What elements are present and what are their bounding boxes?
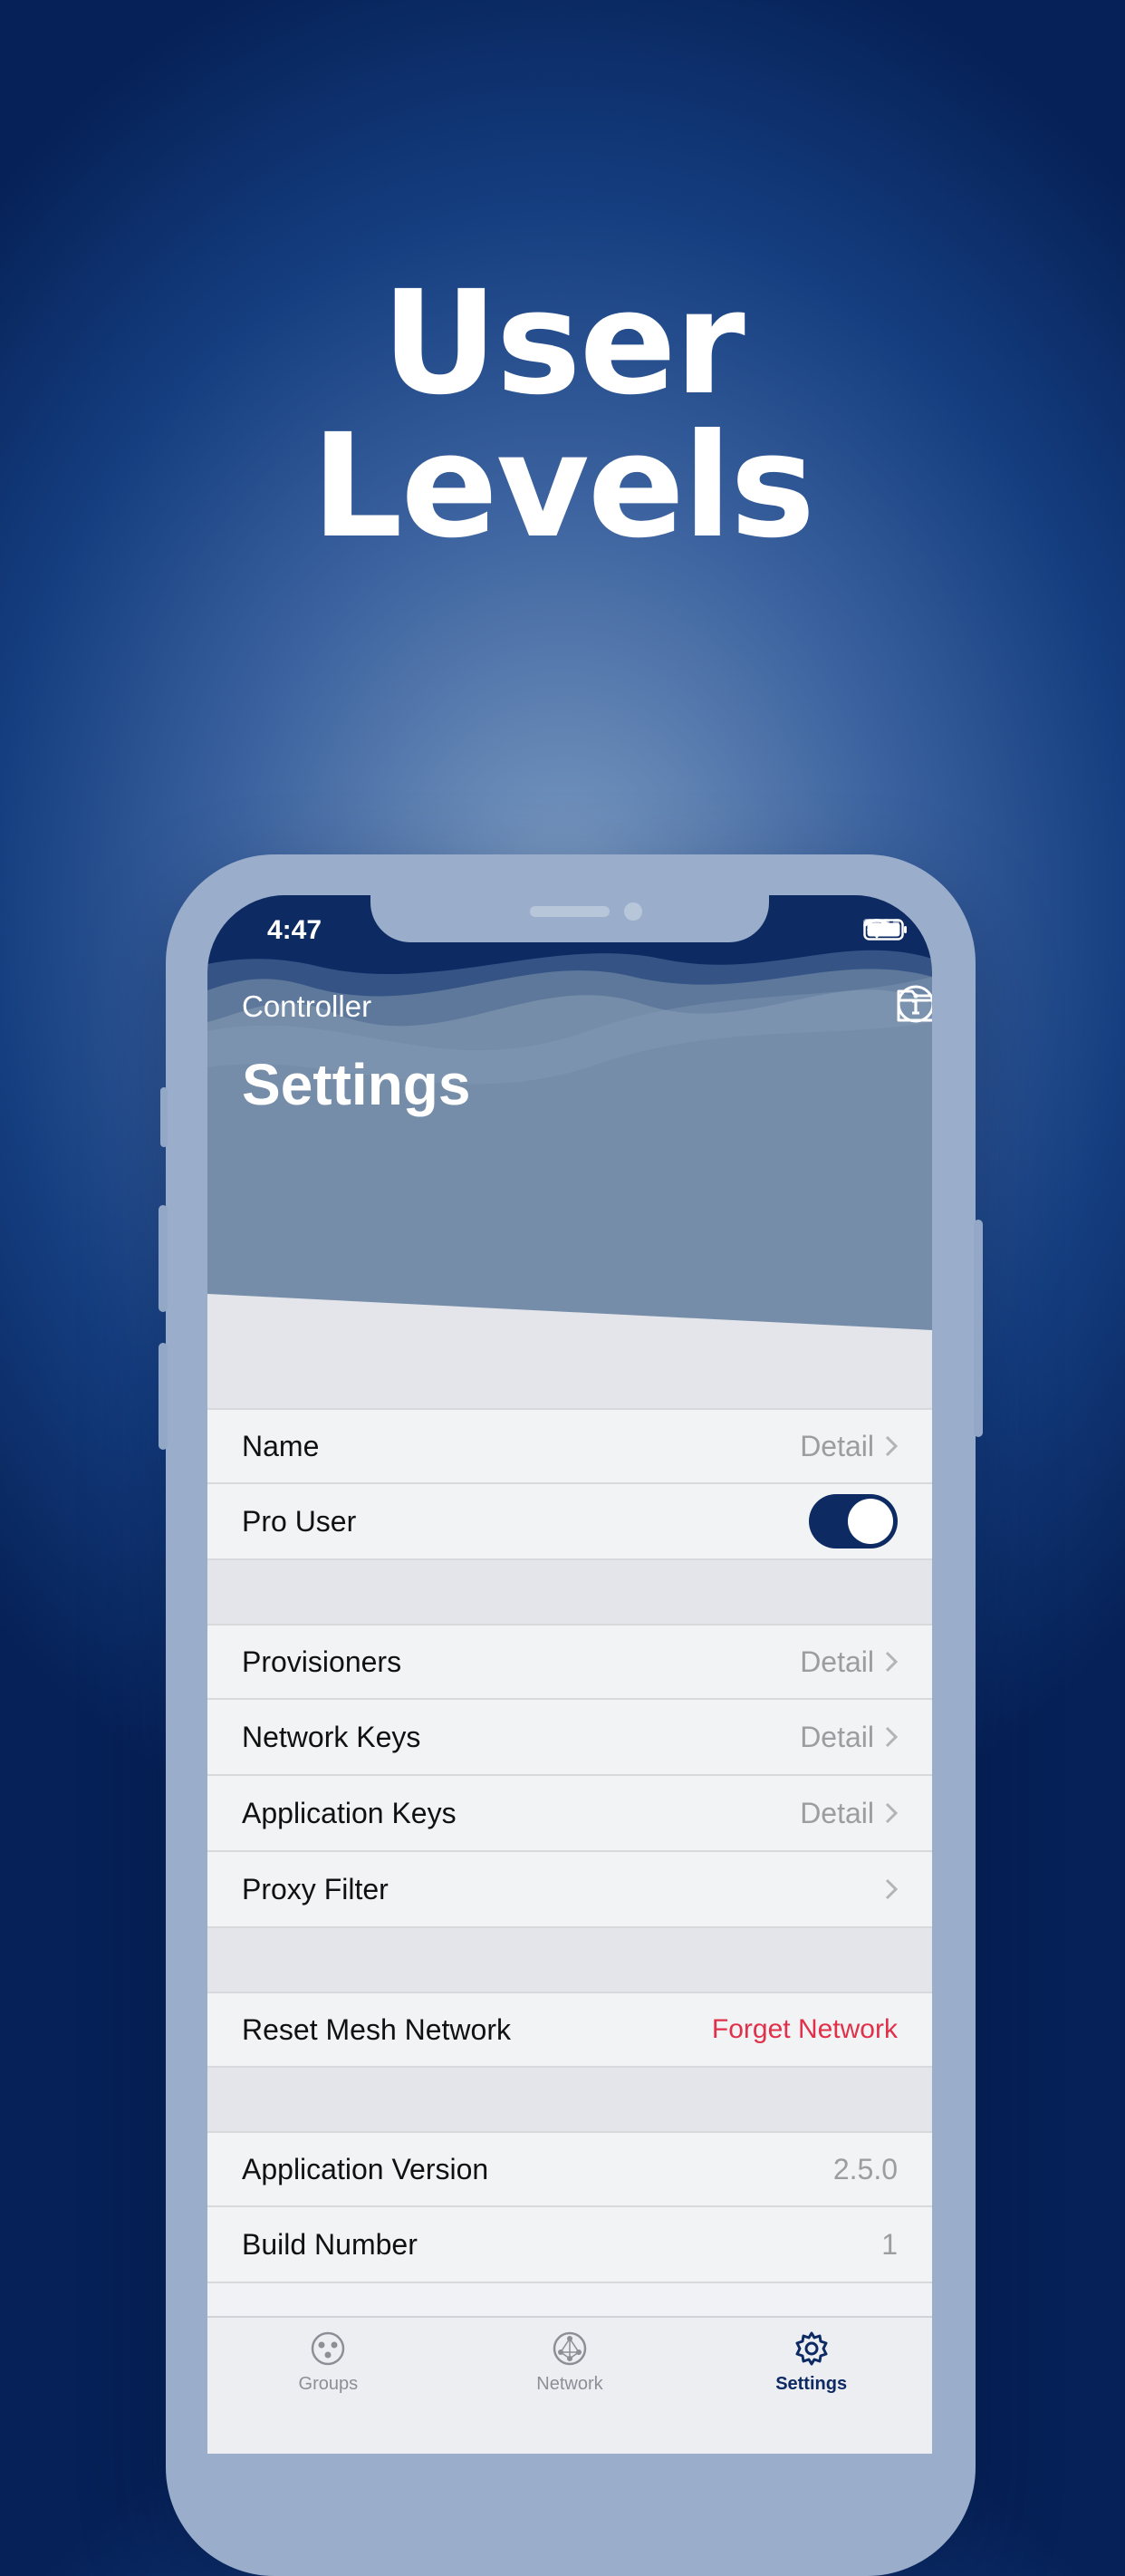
section-gap bbox=[207, 1560, 932, 1624]
detail-text: Detail bbox=[800, 1796, 874, 1829]
headline-line-1: User bbox=[381, 260, 745, 427]
page-title: Settings bbox=[242, 1052, 471, 1117]
detail-text: Detail bbox=[800, 1429, 874, 1462]
headline-line-2: Levels bbox=[311, 403, 815, 570]
mute-switch bbox=[160, 1087, 168, 1147]
row-detail: Detail bbox=[800, 1430, 898, 1463]
build-value: 1 bbox=[881, 2227, 898, 2261]
status-time: 4:47 bbox=[267, 915, 322, 945]
row-provisioners[interactable]: Provisioners Detail bbox=[207, 1624, 932, 1700]
row-name[interactable]: Name Detail bbox=[207, 1408, 932, 1484]
row-detail: Detail bbox=[800, 1721, 898, 1754]
tab-label: Groups bbox=[298, 2374, 359, 2394]
row-label: Name bbox=[242, 1429, 320, 1462]
chevron-right-icon bbox=[885, 1435, 898, 1457]
info-icon[interactable] bbox=[896, 984, 932, 1024]
row-label: Application Keys bbox=[242, 1796, 457, 1829]
detail-text: Detail bbox=[800, 1645, 874, 1678]
toggle-knob bbox=[848, 1499, 893, 1544]
network-icon bbox=[553, 2331, 587, 2366]
groups-icon bbox=[312, 2331, 345, 2366]
row-label: Network Keys bbox=[242, 1720, 421, 1753]
row-application-version: Application Version 2.5.0 bbox=[207, 2131, 932, 2207]
row-label: Proxy Filter bbox=[242, 1872, 389, 1905]
volume-up-button bbox=[159, 1205, 168, 1312]
power-button bbox=[974, 1220, 983, 1437]
tab-label: Settings bbox=[775, 2374, 848, 2394]
phone-screen: 4:47 Controller Settings Name Detail Pro… bbox=[207, 895, 932, 2454]
row-label: Build Number bbox=[242, 2227, 418, 2261]
tab-bar: Groups Network Settings bbox=[207, 2316, 932, 2454]
row-proxy-filter[interactable]: Proxy Filter bbox=[207, 1852, 932, 1928]
row-detail: Detail bbox=[800, 1797, 898, 1830]
header-background: 4:47 Controller Settings bbox=[207, 895, 932, 1330]
row-label: Application Version bbox=[242, 2152, 489, 2185]
row-build-number: Build Number 1 bbox=[207, 2207, 932, 2283]
row-label: Pro User bbox=[242, 1504, 357, 1538]
pro-user-toggle[interactable] bbox=[809, 1494, 898, 1548]
notch bbox=[370, 895, 769, 942]
row-label: Provisioners bbox=[242, 1645, 402, 1678]
section-gap bbox=[207, 2068, 932, 2131]
row-detail bbox=[885, 1878, 898, 1900]
row-detail: Detail bbox=[800, 1645, 898, 1679]
status-indicators bbox=[863, 919, 907, 941]
tab-groups[interactable]: Groups bbox=[237, 2318, 418, 2454]
volume-down-button bbox=[159, 1343, 168, 1450]
battery-icon bbox=[863, 919, 907, 941]
row-application-keys[interactable]: Application Keys Detail bbox=[207, 1776, 932, 1852]
nav-back-label[interactable]: Controller bbox=[242, 989, 371, 1024]
row-network-keys[interactable]: Network Keys Detail bbox=[207, 1700, 932, 1776]
chevron-right-icon bbox=[885, 1802, 898, 1824]
tab-settings[interactable]: Settings bbox=[721, 2318, 902, 2454]
settings-list: Name Detail Pro User Provisioners Detail… bbox=[207, 1408, 932, 2283]
version-value: 2.5.0 bbox=[832, 2152, 898, 2185]
row-pro-user: Pro User bbox=[207, 1484, 932, 1560]
chevron-right-icon bbox=[885, 1726, 898, 1748]
gear-icon bbox=[795, 2331, 828, 2366]
section-header-spacer bbox=[207, 1330, 932, 1408]
section-gap bbox=[207, 1928, 932, 1992]
row-reset-mesh-network: Reset Mesh Network Forget Network bbox=[207, 1992, 932, 2068]
tab-label: Network bbox=[536, 2374, 603, 2394]
chevron-right-icon bbox=[885, 1651, 898, 1673]
front-camera bbox=[624, 902, 642, 921]
row-label: Reset Mesh Network bbox=[242, 2012, 511, 2046]
headline: User Levels bbox=[0, 272, 1125, 558]
forget-network-button[interactable]: Forget Network bbox=[712, 2014, 898, 2045]
tab-network[interactable]: Network bbox=[479, 2318, 660, 2454]
speaker-grille bbox=[530, 906, 610, 917]
detail-text: Detail bbox=[800, 1720, 874, 1753]
chevron-right-icon bbox=[885, 1878, 898, 1900]
